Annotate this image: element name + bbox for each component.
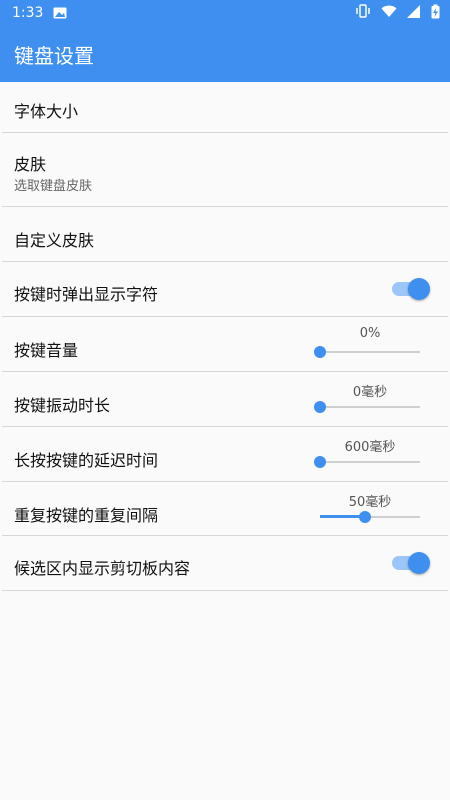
- slider-value-label: 0毫秒: [352, 385, 388, 400]
- setting-title: 字体大小: [14, 102, 79, 121]
- slider-thumb[interactable]: [314, 456, 326, 468]
- setting-custom-skin[interactable]: 自定义皮肤: [2, 207, 448, 262]
- setting-vibration-duration[interactable]: 按键振动时长 0毫秒: [2, 372, 448, 427]
- key-volume-slider[interactable]: [314, 345, 420, 359]
- setting-key-popup[interactable]: 按键时弹出显示字符: [2, 262, 448, 317]
- vibration-duration-slider[interactable]: [314, 400, 420, 414]
- setting-title: 长按按键的延迟时间: [14, 451, 159, 470]
- setting-skin[interactable]: 皮肤 选取键盘皮肤: [2, 133, 448, 207]
- setting-title: 按键振动时长: [14, 396, 111, 415]
- slider-value-label: 0%: [359, 326, 381, 341]
- key-popup-switch[interactable]: [392, 278, 430, 300]
- switch-thumb: [408, 278, 430, 300]
- setting-title: 候选区内显示剪切板内容: [14, 559, 191, 578]
- setting-summary: 选取键盘皮肤: [14, 179, 93, 194]
- status-time: 1:33: [12, 5, 44, 21]
- setting-title: 重复按键的重复间隔: [14, 506, 159, 525]
- setting-title: 按键音量: [14, 341, 79, 360]
- repeat-interval-slider[interactable]: [320, 510, 420, 524]
- image-icon: [53, 7, 67, 19]
- setting-clipboard-candidates[interactable]: 候选区内显示剪切板内容: [2, 536, 448, 591]
- setting-title: 皮肤: [14, 155, 47, 174]
- slider-track: [320, 461, 420, 463]
- slider-track: [320, 351, 420, 353]
- slider-thumb[interactable]: [314, 346, 326, 358]
- slider-value-label: 600毫秒: [344, 440, 396, 455]
- vibrate-icon: [355, 4, 371, 22]
- clipboard-candidates-switch[interactable]: [392, 552, 430, 574]
- page-title: 键盘设置: [14, 43, 94, 68]
- battery-charging-icon: [431, 4, 440, 23]
- long-press-delay-slider[interactable]: [314, 455, 420, 469]
- signal-icon: [407, 4, 421, 22]
- app-bar: 键盘设置: [0, 26, 450, 82]
- setting-font-size[interactable]: 字体大小: [2, 82, 448, 133]
- setting-key-volume[interactable]: 按键音量 0%: [2, 317, 448, 372]
- setting-title: 自定义皮肤: [14, 231, 95, 250]
- slider-track: [320, 406, 420, 408]
- slider-thumb[interactable]: [359, 511, 371, 523]
- setting-title: 按键时弹出显示字符: [14, 285, 159, 304]
- slider-value-label: 50毫秒: [348, 495, 392, 510]
- setting-long-press-delay[interactable]: 长按按键的延迟时间 600毫秒: [2, 427, 448, 482]
- wifi-icon: [381, 5, 397, 22]
- status-bar: 1:33: [0, 0, 450, 26]
- slider-thumb[interactable]: [314, 401, 326, 413]
- switch-thumb: [408, 552, 430, 574]
- setting-repeat-interval[interactable]: 重复按键的重复间隔 50毫秒: [2, 482, 448, 536]
- settings-list: 字体大小 皮肤 选取键盘皮肤 自定义皮肤 按键时弹出显示字符 按键音量 0% 按…: [0, 82, 450, 591]
